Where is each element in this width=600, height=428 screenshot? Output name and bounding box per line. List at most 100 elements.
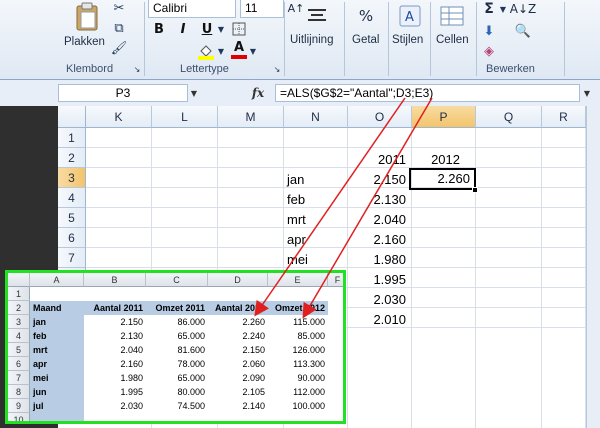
styles-button[interactable]: Stijlen xyxy=(392,34,423,46)
paste-button[interactable]: Plakken xyxy=(64,36,105,48)
number-format-icon[interactable]: % xyxy=(352,4,380,28)
cells-button[interactable]: Cellen xyxy=(436,34,469,46)
column-header-N[interactable]: N xyxy=(284,106,348,128)
inset-column-header-F: F xyxy=(328,273,343,287)
cell-N7[interactable]: mei xyxy=(287,250,347,270)
bold-button[interactable]: B xyxy=(150,20,168,38)
cell-O10[interactable]: 2.010 xyxy=(348,310,406,330)
clear-icon[interactable]: ◈ xyxy=(480,42,498,60)
column-header-L[interactable]: L xyxy=(152,106,218,128)
fill-handle[interactable] xyxy=(472,187,478,193)
sort-filter-icon[interactable]: A↓Z xyxy=(510,0,536,18)
inset-cell: 2.140 xyxy=(242,401,265,411)
cell-P2[interactable]: 2012 xyxy=(412,150,460,170)
font-color-button[interactable]: A xyxy=(230,40,248,60)
clipboard-launcher-icon[interactable]: ↘ xyxy=(132,64,142,74)
column-header-Q[interactable]: Q xyxy=(476,106,542,128)
font-launcher-icon[interactable]: ↘ xyxy=(272,64,282,74)
alignment-button[interactable]: Uitlijning xyxy=(290,34,333,46)
row-header-2[interactable]: 2 xyxy=(58,148,86,168)
inset-header-0: Maand xyxy=(33,303,62,313)
paste-icon[interactable] xyxy=(70,2,104,32)
inset-column-header-C: C xyxy=(146,273,208,287)
inset-cell: 2.240 xyxy=(242,331,265,341)
inset-cell: 2.130 xyxy=(120,331,143,341)
cell-O4[interactable]: 2.130 xyxy=(348,190,406,210)
cell-O3[interactable]: 2.150 xyxy=(348,170,406,190)
cell-O7[interactable]: 1.980 xyxy=(348,250,406,270)
copy-icon[interactable]: ⧉ xyxy=(110,20,128,36)
row-header-7[interactable]: 7 xyxy=(58,248,86,268)
autosum-dropdown-icon[interactable]: ▼ xyxy=(498,2,508,16)
font-size-select[interactable]: 11 xyxy=(240,0,284,18)
inset-cell: 80.000 xyxy=(177,387,205,397)
cells-icon[interactable] xyxy=(438,2,466,30)
cell-O9[interactable]: 2.030 xyxy=(348,290,406,310)
fill-icon[interactable]: ⬇ xyxy=(480,22,498,40)
inset-row-header-9: 9 xyxy=(8,399,30,413)
inset-cell: 2.090 xyxy=(242,373,265,383)
font-name-select[interactable]: Calibri xyxy=(148,0,236,18)
inset-cell: 81.600 xyxy=(177,345,205,355)
row-header-4[interactable]: 4 xyxy=(58,188,86,208)
clipboard-group-label: Klembord xyxy=(66,63,114,75)
inset-screenshot: A B C D E F 1 2 3 4 5 6 7 8 9 10 Maand Aantal 2011 Omzet 2… xyxy=(5,270,346,424)
font-color-swatch xyxy=(231,55,247,59)
cell-O6[interactable]: 2.160 xyxy=(348,230,406,250)
column-header-K[interactable]: K xyxy=(86,106,152,128)
row-header-6[interactable]: 6 xyxy=(58,228,86,248)
underline-dropdown-icon[interactable]: ▼ xyxy=(216,22,226,36)
inset-cell: 112.000 xyxy=(293,387,325,397)
cell-O8[interactable]: 1.995 xyxy=(348,270,406,290)
formula-input[interactable]: =ALS($G$2="Aantal";D3;E3) xyxy=(275,84,580,102)
cut-icon[interactable]: ✂ xyxy=(110,0,128,16)
cell-N3[interactable]: jan xyxy=(287,170,347,190)
borders-icon[interactable] xyxy=(230,20,248,38)
inset-corner xyxy=(8,273,30,287)
name-box[interactable]: P3 xyxy=(58,84,188,102)
inset-cell: 1.980 xyxy=(120,373,143,383)
inset-column-header-E: E xyxy=(268,273,328,287)
inset-cell: 2.105 xyxy=(242,387,265,397)
inset-header-2: Omzet 2011 xyxy=(155,303,205,313)
fill-color-icon[interactable] xyxy=(196,42,216,60)
select-all-corner[interactable] xyxy=(58,106,86,128)
format-painter-icon[interactable]: 🖌 xyxy=(110,40,128,56)
fx-icon[interactable]: fx xyxy=(248,84,268,102)
inset-column-header-B: B xyxy=(84,273,146,287)
vertical-scrollbar[interactable] xyxy=(586,106,600,428)
font-color-dropdown-icon[interactable]: ▼ xyxy=(248,44,258,58)
fill-color-dropdown-icon[interactable]: ▼ xyxy=(216,44,226,58)
find-select-icon[interactable]: 🔍 xyxy=(512,22,534,40)
alignment-icon[interactable] xyxy=(300,2,334,30)
inset-cell: 113.300 xyxy=(293,359,325,369)
inset-cell: 2.030 xyxy=(120,401,143,411)
autosum-button[interactable]: Σ xyxy=(480,0,498,18)
row-header-1[interactable]: 1 xyxy=(58,128,86,148)
cell-N5[interactable]: mrt xyxy=(287,210,347,230)
gridline-h xyxy=(86,167,586,168)
expand-formula-icon[interactable]: ▼ xyxy=(580,84,594,102)
italic-button[interactable]: I xyxy=(174,20,192,38)
cell-O5[interactable]: 2.040 xyxy=(348,210,406,230)
inset-row-header-7: 7 xyxy=(8,371,30,385)
inset-header-4: Omzet 2012 xyxy=(274,303,325,313)
cell-N4[interactable]: feb xyxy=(287,190,347,210)
inset-cell: 78.000 xyxy=(177,359,205,369)
cell-O2[interactable]: 2011 xyxy=(348,150,406,170)
inset-row-header-1: 1 xyxy=(8,287,30,301)
name-box-dropdown-icon[interactable]: ▼ xyxy=(188,86,200,100)
cell-N6[interactable]: apr xyxy=(287,230,347,250)
row-header-5[interactable]: 5 xyxy=(58,208,86,228)
cell-P3[interactable]: 2.260 xyxy=(412,169,470,189)
row-header-3[interactable]: 3 xyxy=(58,168,86,188)
styles-icon[interactable]: A xyxy=(396,2,424,30)
column-header-P[interactable]: P xyxy=(412,106,476,128)
number-button[interactable]: Getal xyxy=(352,34,380,46)
inset-cell: jan xyxy=(33,317,47,327)
inset-cell: 2.040 xyxy=(120,345,143,355)
column-header-O[interactable]: O xyxy=(348,106,412,128)
column-header-R[interactable]: R xyxy=(542,106,586,128)
column-header-M[interactable]: M xyxy=(218,106,284,128)
underline-button[interactable]: U xyxy=(198,20,216,38)
